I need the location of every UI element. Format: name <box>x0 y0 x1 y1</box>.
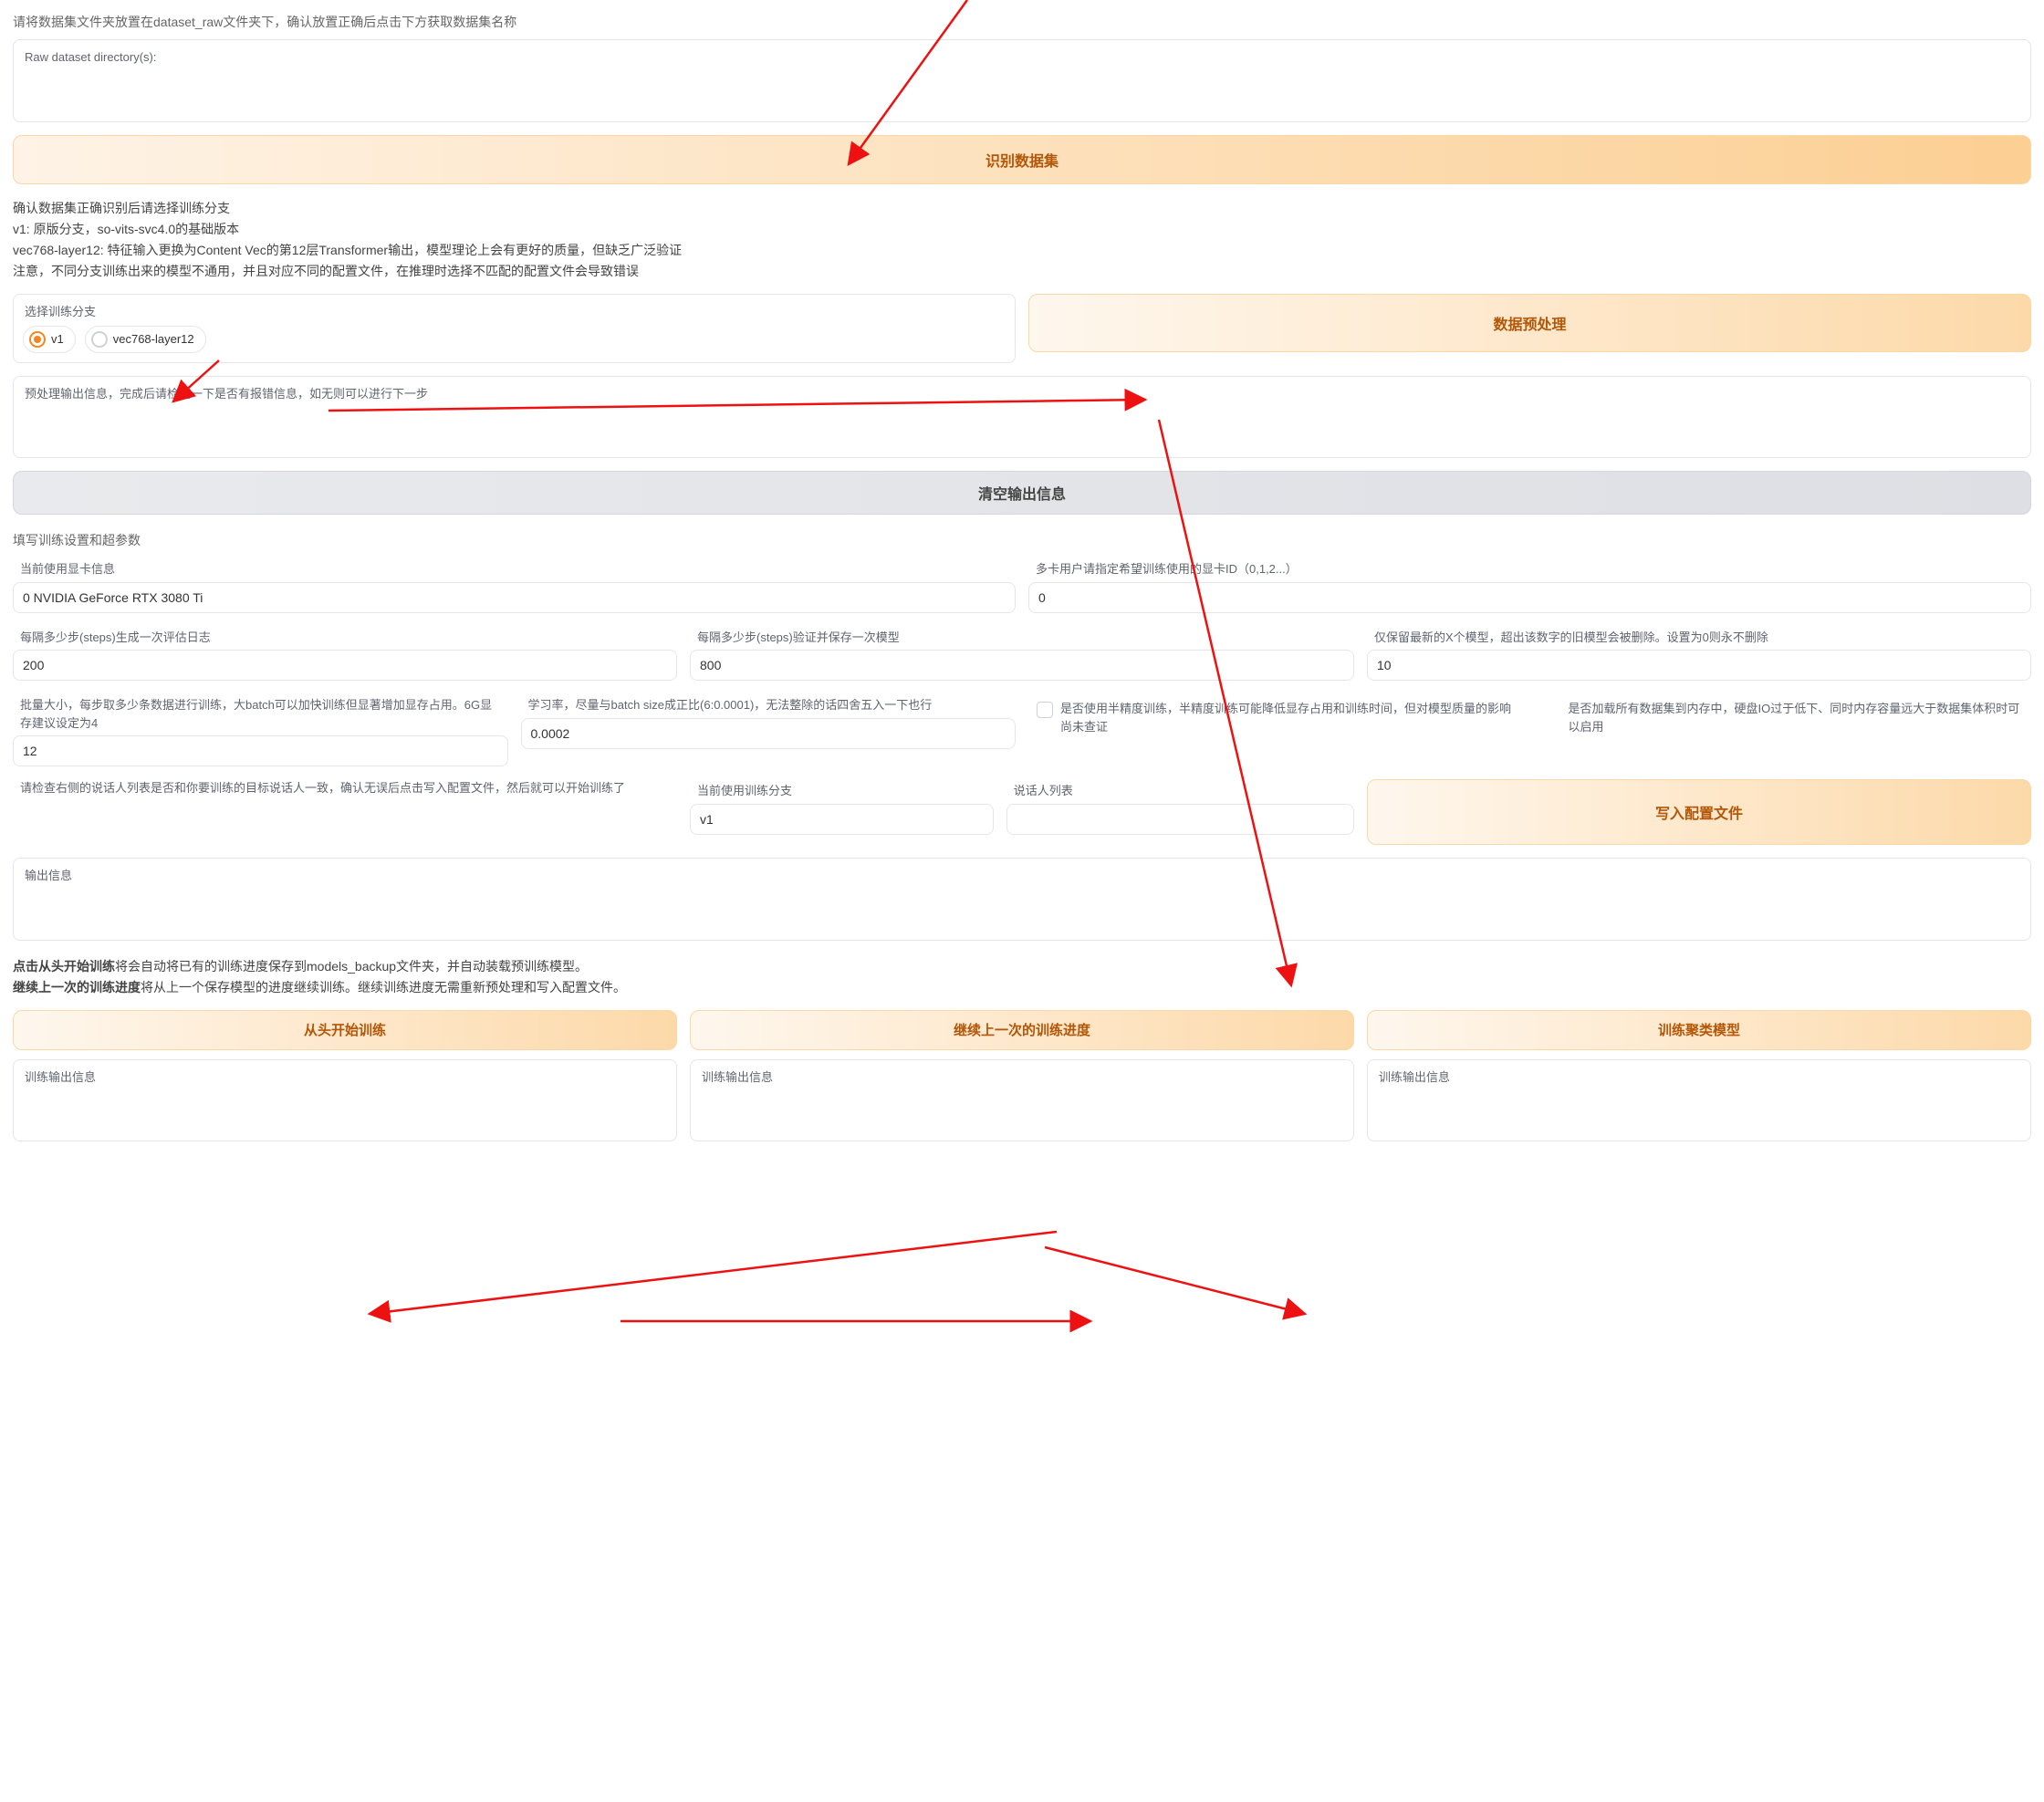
current-branch-input[interactable] <box>690 804 994 835</box>
branch-radio-vec768[interactable]: vec768-layer12 <box>85 326 206 353</box>
train-output-label-2: 训练输出信息 <box>696 1066 1348 1087</box>
branch-label: 选择训练分支 <box>19 300 1009 321</box>
output-label: 输出信息 <box>19 864 2025 885</box>
gpu-id-input[interactable] <box>1028 582 2031 613</box>
current-branch-label: 当前使用训练分支 <box>690 779 994 800</box>
train-output-1[interactable] <box>19 1086 671 1130</box>
train-from-scratch-button[interactable]: 从头开始训练 <box>13 1010 677 1050</box>
lr-label: 学习率，尽量与batch size成正比(6:0.0001)，无法整除的话四舍五… <box>521 693 1017 714</box>
radio-icon <box>29 331 46 348</box>
keep-n-label: 仅保留最新的X个模型，超出该数字的旧模型会被删除。设置为0则永不删除 <box>1367 626 2031 647</box>
branch-instructions: 确认数据集正确识别后请选择训练分支 v1: 原版分支，so-vits-svc4.… <box>13 199 2031 281</box>
identify-dataset-button[interactable]: 识别数据集 <box>13 135 2031 184</box>
preprocess-output-panel: 预处理输出信息，完成后请检查一下是否有报错信息，如无则可以进行下一步 <box>13 376 2031 459</box>
preprocess-output-label: 预处理输出信息，完成后请检查一下是否有报错信息，如无则可以进行下一步 <box>19 382 2025 403</box>
checkbox-icon <box>1037 702 1053 718</box>
save-steps-input[interactable] <box>690 650 1354 681</box>
cache-checkbox-row[interactable]: 是否加载所有数据集到内存中，硬盘IO过于低下、同时内存容量远大于数据集体积时可以… <box>1537 693 2032 742</box>
train-output-2[interactable] <box>696 1086 1348 1130</box>
raw-dir-input[interactable] <box>19 67 2025 110</box>
branch-radio-v1[interactable]: v1 <box>23 326 76 353</box>
train-description: 点击从头开始训练将会自动将已有的训练进度保存到models_backup文件夹，… <box>13 957 2031 997</box>
dataset-placement-instruction: 请将数据集文件夹放置在dataset_raw文件夹下，确认放置正确后点击下方获取… <box>13 13 2031 32</box>
keep-n-input[interactable] <box>1367 650 2031 681</box>
preprocess-output[interactable] <box>19 402 2025 446</box>
train-output-label-3: 训练输出信息 <box>1373 1066 2025 1087</box>
radio-icon <box>91 331 108 348</box>
fp16-checkbox-row[interactable]: 是否使用半精度训练，半精度训练可能降低显存占用和训练时间，但对模型质量的影响尚未… <box>1028 693 1524 742</box>
batch-label: 批量大小，每步取多少条数据进行训练，大batch可以加快训练但显著增加显存占用。… <box>13 693 508 732</box>
output-textarea[interactable] <box>19 885 2025 929</box>
train-resume-button[interactable]: 继续上一次的训练进度 <box>690 1010 1354 1050</box>
write-config-button[interactable]: 写入配置文件 <box>1367 779 2031 845</box>
raw-dir-panel: Raw dataset directory(s): <box>13 39 2031 122</box>
train-cluster-button[interactable]: 训练聚类模型 <box>1367 1010 2031 1050</box>
train-output-label-1: 训练输出信息 <box>19 1066 671 1087</box>
preprocess-button[interactable]: 数据预处理 <box>1028 294 2031 352</box>
clear-output-button[interactable]: 清空输出信息 <box>13 471 2031 515</box>
output-panel: 输出信息 <box>13 858 2031 941</box>
lr-input[interactable] <box>521 718 1017 749</box>
branch-panel: 选择训练分支 v1 vec768-layer12 <box>13 294 1016 363</box>
fp16-label: 是否使用半精度训练，半精度训练可能降低显存占用和训练时间，但对模型质量的影响尚未… <box>1060 700 1516 735</box>
raw-dir-label: Raw dataset directory(s): <box>19 46 2025 67</box>
eval-steps-input[interactable] <box>13 650 677 681</box>
train-output-3[interactable] <box>1373 1086 2025 1130</box>
gpu-info-input[interactable] <box>13 582 1016 613</box>
eval-steps-label: 每隔多少步(steps)生成一次评估日志 <box>13 626 677 647</box>
batch-input[interactable] <box>13 735 508 766</box>
gpu-info-label: 当前使用显卡信息 <box>13 557 1016 578</box>
gpu-id-label: 多卡用户请指定希望训练使用的显卡ID（0,1,2...） <box>1028 557 2031 578</box>
speaker-list-input[interactable] <box>1006 804 1354 835</box>
hparams-intro: 填写训练设置和超参数 <box>13 531 2031 550</box>
cache-label: 是否加载所有数据集到内存中，硬盘IO过于低下、同时内存容量远大于数据集体积时可以… <box>1569 700 2024 735</box>
speaker-list-label: 说话人列表 <box>1006 779 1354 800</box>
save-steps-label: 每隔多少步(steps)验证并保存一次模型 <box>690 626 1354 647</box>
speaker-check-instruction: 请检查右侧的说话人列表是否和你要训练的目标说话人一致，确认无误后点击写入配置文件… <box>13 779 677 797</box>
